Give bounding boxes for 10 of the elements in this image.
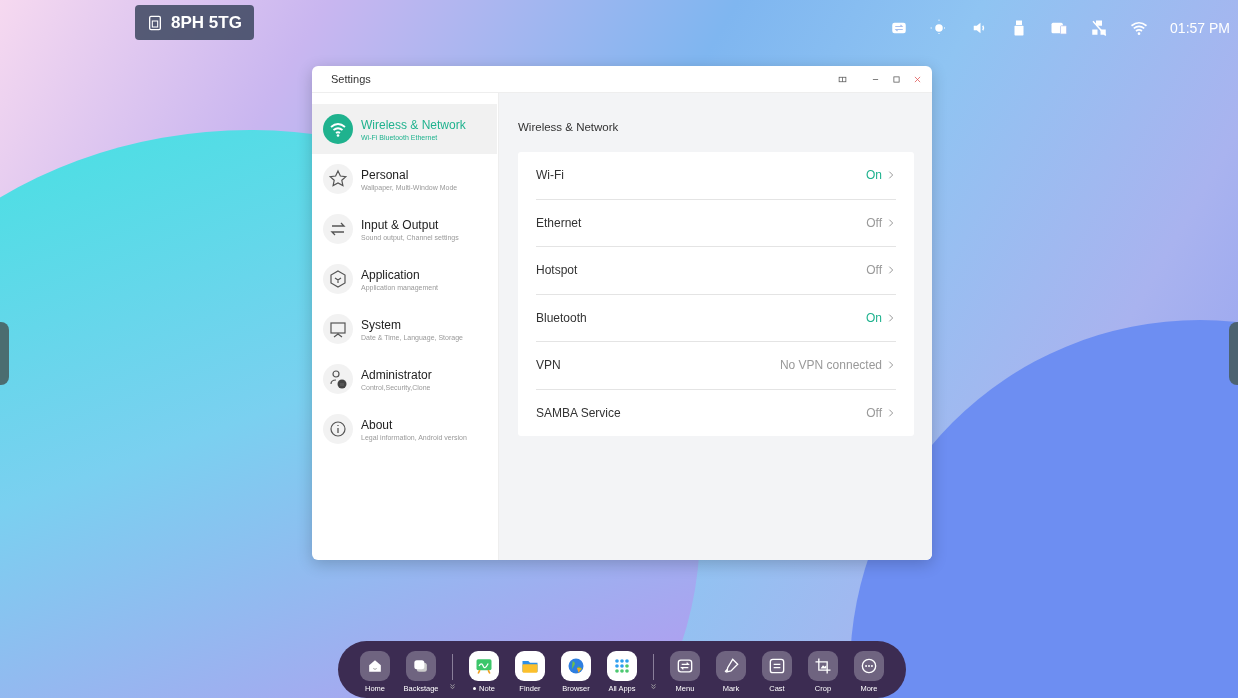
settings-row[interactable]: Bluetooth On [536, 294, 896, 342]
section-heading: Wireless & Network [518, 121, 620, 133]
settings-row[interactable]: Hotspot Off [536, 247, 896, 295]
settings-row[interactable]: VPN No VPN connected [536, 342, 896, 390]
settings-row[interactable]: SAMBA Service Off [536, 389, 896, 436]
window-title: Settings [331, 73, 372, 85]
device-code-badge: 8PH 5TG [135, 5, 254, 40]
clock-time: 01:57 PM [1170, 20, 1230, 36]
settings-row[interactable]: Ethernet Off [536, 199, 896, 247]
settings-row[interactable]: Wi-Fi On [536, 152, 896, 200]
